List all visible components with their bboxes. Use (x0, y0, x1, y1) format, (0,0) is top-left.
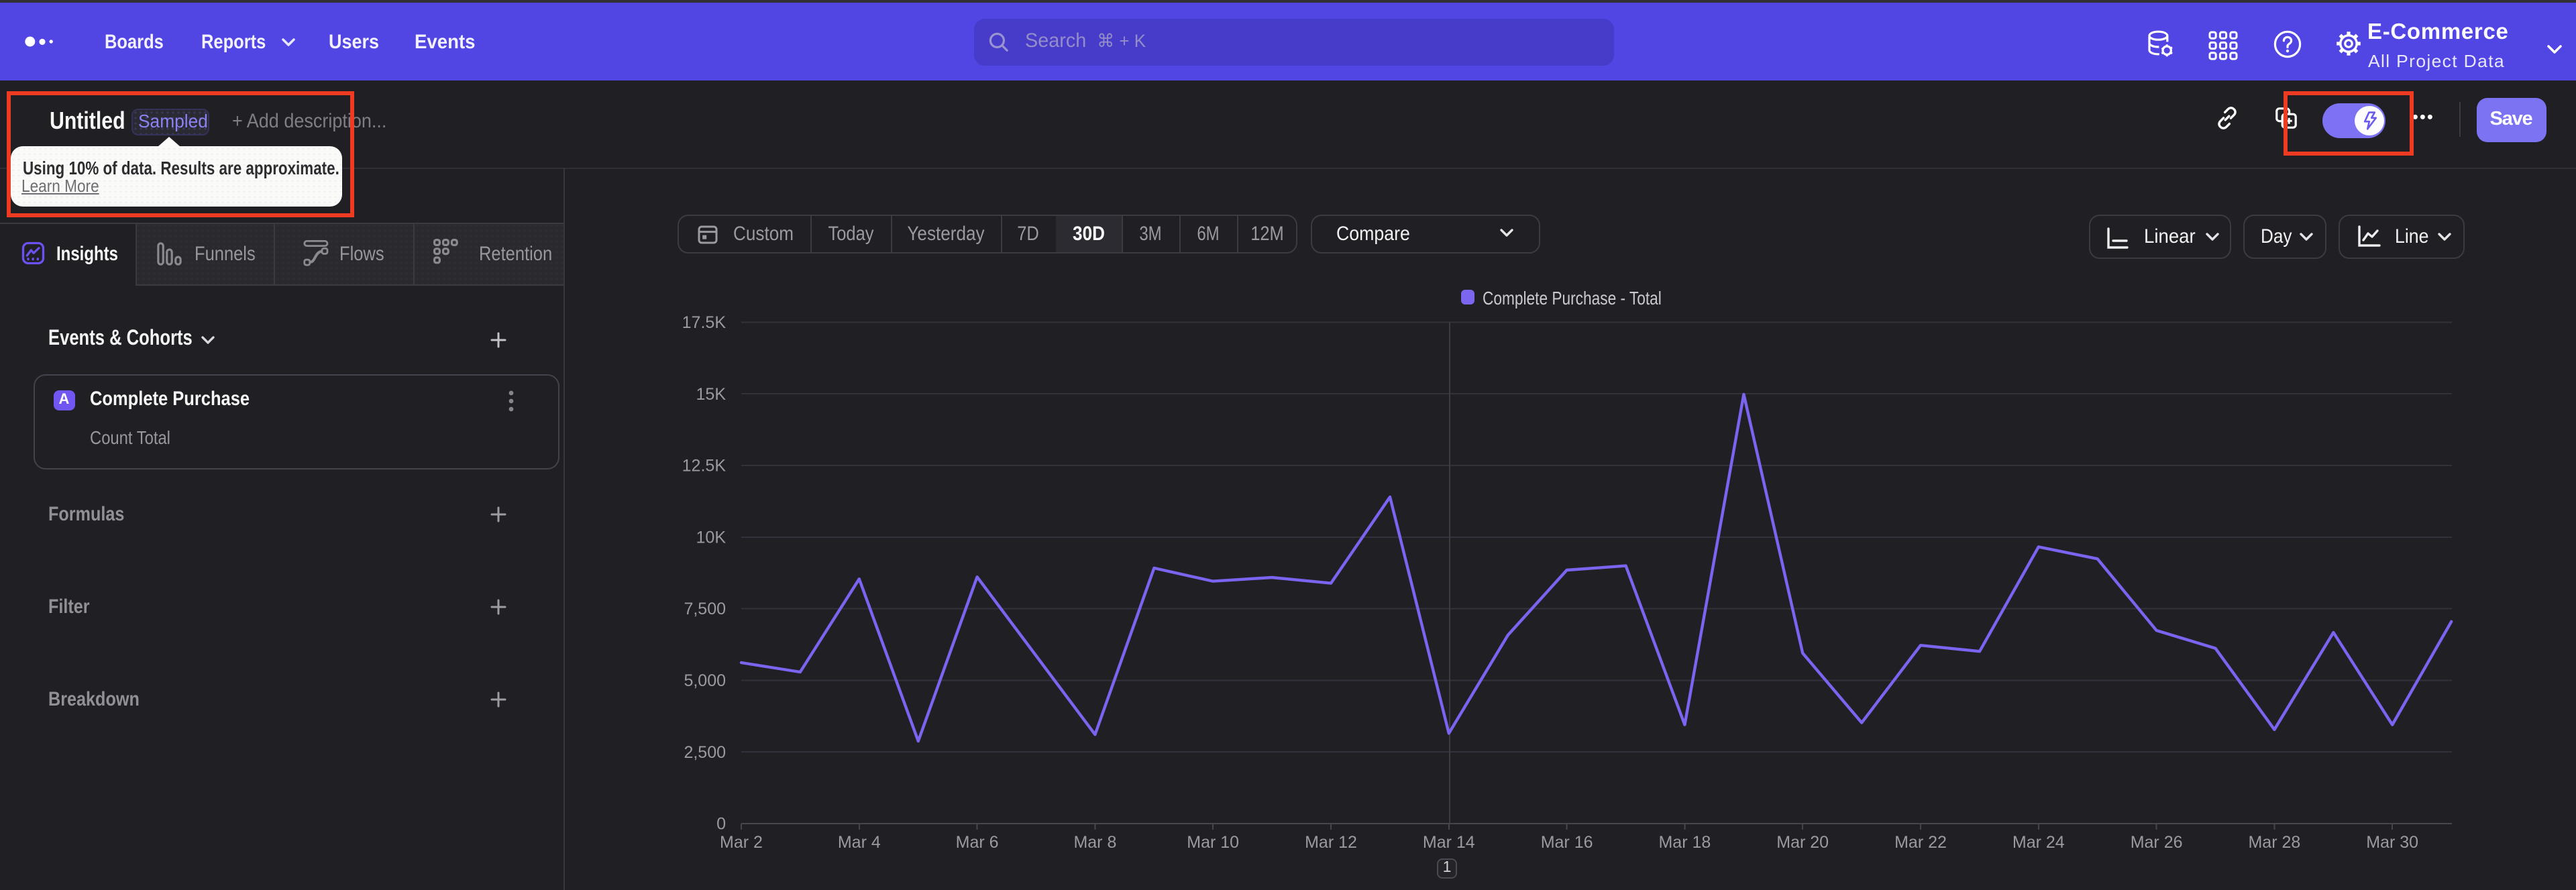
svg-text:0: 0 (716, 815, 726, 834)
svg-text:Mar 24: Mar 24 (2012, 833, 2065, 852)
svg-text:Mar 20: Mar 20 (1776, 833, 1829, 852)
svg-text:2,500: 2,500 (684, 743, 726, 762)
svg-text:Mar 28: Mar 28 (2248, 833, 2300, 852)
svg-text:Mar 26: Mar 26 (2131, 833, 2183, 852)
svg-text:Mar 2: Mar 2 (720, 833, 763, 852)
svg-text:Mar 22: Mar 22 (1894, 833, 1947, 852)
svg-text:Mar 10: Mar 10 (1187, 833, 1239, 852)
svg-text:Mar 4: Mar 4 (838, 833, 881, 852)
svg-text:Mar 6: Mar 6 (956, 833, 999, 852)
svg-text:Mar 14: Mar 14 (1423, 833, 1475, 852)
svg-text:Mar 8: Mar 8 (1073, 833, 1116, 852)
svg-text:10K: 10K (696, 528, 727, 547)
svg-text:Mar 16: Mar 16 (1541, 833, 1593, 852)
svg-text:12.5K: 12.5K (682, 457, 727, 476)
svg-text:17.5K: 17.5K (682, 313, 727, 332)
svg-text:7,500: 7,500 (684, 600, 726, 618)
svg-text:Mar 12: Mar 12 (1305, 833, 1357, 852)
svg-text:15K: 15K (696, 385, 727, 404)
svg-text:Mar 30: Mar 30 (2366, 833, 2418, 852)
svg-text:5,000: 5,000 (684, 671, 726, 690)
svg-text:Mar 18: Mar 18 (1658, 833, 1711, 852)
